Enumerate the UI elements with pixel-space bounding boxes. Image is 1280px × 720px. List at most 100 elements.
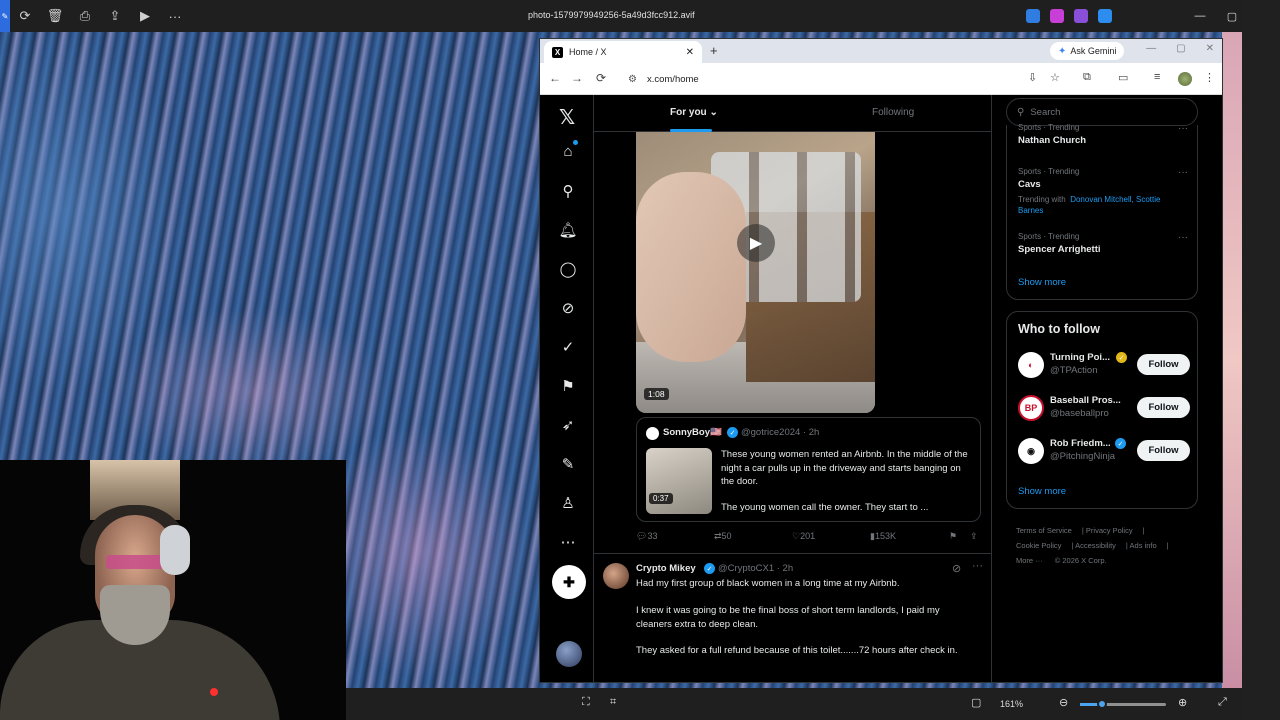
slideshow-icon[interactable]: ▶ [130,0,160,32]
messages-icon[interactable]: ◯ [558,259,578,279]
zoom-level[interactable]: 161% [1000,699,1023,709]
follow-button[interactable]: Follow [1137,440,1190,461]
select-icon[interactable]: ⌗ [610,696,616,709]
menu-icon[interactable]: ⋮ [1204,71,1215,84]
trend-item[interactable]: Sports · Trending Nathan Church ··· [1018,123,1188,146]
avatar[interactable] [603,563,629,589]
cast-icon[interactable]: ▭ [1118,71,1128,84]
app-icon[interactable] [1050,9,1064,23]
avatar[interactable]: ◉ [1018,438,1044,464]
footer-link[interactable]: Cookie Policy [1016,541,1061,550]
rotate-icon[interactable]: ⟳ [10,0,40,32]
tweet-video[interactable]: ▶ 1:08 [636,132,875,413]
tweet[interactable]: Crypto Mikey ✓ @CryptoCX1 · 2h ⊘ ··· Had… [594,553,991,682]
views-button[interactable]: ▮ 153K [870,531,896,542]
reload-icon[interactable]: ⟳ [596,71,606,85]
quote-author-name[interactable]: SonnyBoy🇺🇸 [663,427,722,438]
like-button[interactable]: ♡ 201 [792,531,815,542]
bookmark-icon[interactable]: ⚑ [949,531,957,542]
ask-gemini-button[interactable]: ✦ Ask Gemini [1050,42,1125,60]
follow-suggestion[interactable]: ◉ Rob Friedm... ✓ @PitchingNinja Follow [1018,438,1193,468]
follow-button[interactable]: Follow [1137,354,1190,375]
more-icon[interactable]: ··· [972,560,983,572]
reply-button[interactable]: 💬︎ 33 [636,531,657,542]
grok-explain-icon[interactable]: ⊘ [952,562,961,575]
more-circle-icon[interactable]: ⋯ [558,532,578,552]
minimize-button[interactable]: — [1184,10,1216,22]
show-more-link[interactable]: Show more [1018,486,1066,497]
new-tab-button[interactable]: + [710,43,718,58]
more-icon[interactable]: ··· [1178,232,1188,243]
browser-minimize-button[interactable]: — [1146,43,1156,54]
repost-button[interactable]: ⇄ 50 [714,531,732,542]
verified-icon[interactable]: ✓ [558,337,578,357]
quote-video-thumbnail[interactable] [646,448,712,514]
explore-icon[interactable]: ⚲ [558,181,578,201]
forward-icon[interactable]: → [571,71,583,85]
suggestion-name[interactable]: Rob Friedm... [1050,438,1111,449]
trend-item[interactable]: Sports · Trending Cavs Trending with Don… [1018,167,1188,216]
account-avatar[interactable] [556,641,582,667]
zoom-out-icon[interactable]: ⊖ [1059,696,1068,709]
site-info-icon[interactable]: ⚙ [628,74,637,85]
zoom-slider[interactable] [1080,703,1166,706]
more-icon[interactable]: ··· [1178,123,1188,134]
browser-close-button[interactable]: ✕ [1206,43,1214,54]
play-icon[interactable]: ▶ [737,224,775,262]
cloud-icon[interactable] [1098,9,1112,23]
notifications-icon[interactable]: 🔔︎ [558,220,578,240]
app-icon[interactable] [1026,9,1040,23]
footer-link[interactable]: More ··· [1016,556,1043,565]
tab-close-icon[interactable]: ✕ [686,47,694,58]
avatar[interactable]: BP [1018,395,1044,421]
zoom-in-icon[interactable]: ⊕ [1178,696,1187,709]
tweet-author-name[interactable]: Crypto Mikey [636,563,696,574]
more-icon[interactable]: ··· [1178,167,1188,178]
extensions-icon[interactable]: ⧉ [1083,71,1091,84]
more-icon[interactable]: ··· [160,0,190,32]
follow-suggestion[interactable]: BP Baseball Pros... @baseballpro Follow [1018,395,1193,425]
footer-link[interactable]: Terms of Service [1016,526,1072,535]
quoted-tweet[interactable]: SonnyBoy🇺🇸 ✓ @gotrice2024 · 2h 0:37 Thes… [636,417,981,522]
crop-icon[interactable]: ⛶ [582,696,590,709]
delete-icon[interactable]: 🗑 [40,0,70,32]
bookmarks-icon[interactable]: ⚑ [558,376,578,396]
footer-link[interactable]: Ads info [1130,541,1157,550]
suggestion-name[interactable]: Baseball Pros... [1050,395,1121,406]
share-icon[interactable]: ⇪ [100,0,130,32]
app-icon[interactable] [1074,9,1088,23]
tab-for-you[interactable]: For you ⌄ [670,107,718,118]
reading-list-icon[interactable]: ≡ [1154,71,1160,83]
articles-icon[interactable]: ✎ [558,454,578,474]
avatar[interactable]: ◐ [1018,352,1044,378]
zoom-slider-handle[interactable] [1097,699,1107,709]
profile-avatar[interactable] [1178,72,1192,86]
install-icon[interactable]: ⇩ [1028,71,1037,84]
trend-item[interactable]: Sports · Trending Spencer Arrighetti ··· [1018,232,1188,255]
fit-icon[interactable]: ▢ [971,696,981,709]
rocket-icon[interactable]: ➶ [558,415,578,435]
share-icon[interactable]: ⇪ [970,531,978,542]
tab-home-x[interactable]: X Home / X ✕ [544,41,702,63]
tab-bar: X Home / X ✕ + ✦ Ask Gemini — ▢ ✕ [540,39,1222,63]
back-icon[interactable]: ← [549,71,561,85]
search-input[interactable]: ⚲ Search [1006,98,1198,126]
address-bar[interactable]: ⚙ x.com/home [622,68,1052,90]
show-more-link[interactable]: Show more [1018,277,1066,288]
grok-icon[interactable]: ⊘ [558,298,578,318]
print-icon[interactable]: ⎙ [70,0,100,32]
suggestion-name[interactable]: Turning Poi... [1050,352,1110,363]
post-button[interactable]: ✚ [552,565,586,599]
browser-maximize-button[interactable]: ▢ [1176,43,1185,54]
footer-link[interactable]: Accessibility [1075,541,1116,550]
profile-icon[interactable]: ♙ [558,493,578,513]
follow-button[interactable]: Follow [1137,397,1190,418]
fullscreen-icon[interactable]: ⤢ [1218,696,1227,709]
tab-following[interactable]: Following [872,107,914,118]
follow-suggestion[interactable]: ◐ Turning Poi... ✓ @TPAction Follow [1018,352,1193,382]
edit-icon[interactable]: ✎ [0,0,10,32]
bookmark-star-icon[interactable]: ☆ [1050,71,1060,84]
viewer-app-icons [1026,9,1112,23]
x-logo-icon[interactable]: 𝕏 [559,105,575,129]
footer-link[interactable]: Privacy Policy [1086,526,1133,535]
